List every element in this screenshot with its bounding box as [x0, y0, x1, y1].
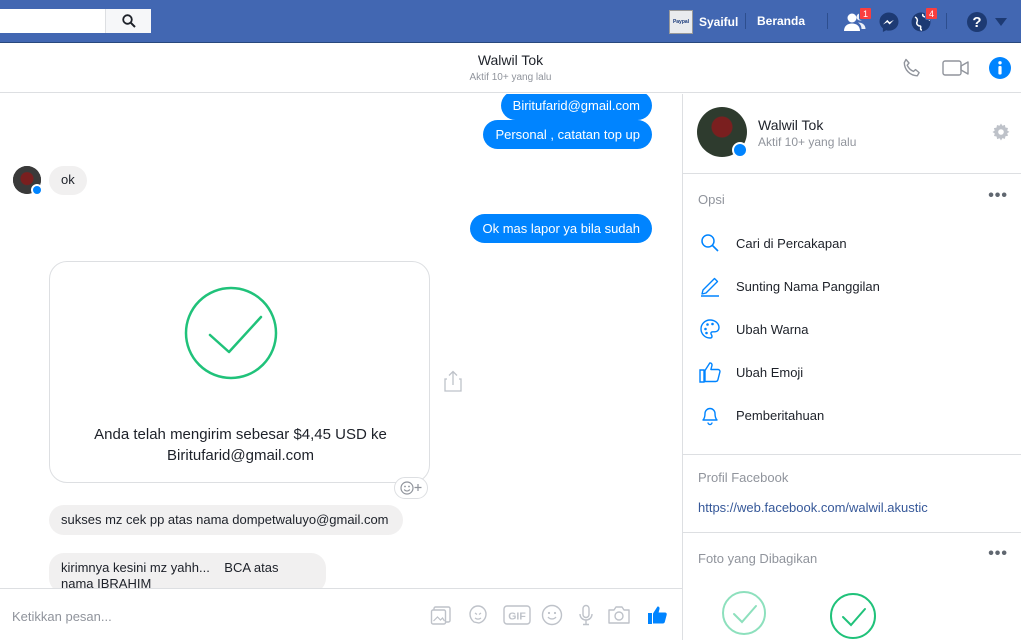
profile-link[interactable]: Paypal Syaiful [669, 9, 738, 35]
search-input[interactable] [0, 9, 151, 33]
contact-avatar-large[interactable] [697, 107, 748, 158]
shared-photo-thumbnail[interactable] [829, 592, 877, 640]
camera-button[interactable] [607, 603, 631, 627]
phone-icon [903, 58, 920, 77]
option-label: Ubah Emoji [736, 364, 804, 380]
palette-icon [700, 319, 720, 339]
thumbs-up-icon [699, 362, 721, 383]
messenger-badge-icon [31, 184, 43, 196]
profile-name: Syaiful [699, 15, 739, 29]
share-icon [444, 370, 462, 392]
options-section-title: Opsi [698, 192, 725, 207]
topbar-divider [827, 13, 828, 29]
microphone-icon [579, 604, 593, 626]
avatar-logo-text: Paypal [672, 19, 690, 25]
option-change-color[interactable]: Ubah Warna [698, 315, 809, 343]
shared-photo-thumbnail[interactable] [721, 590, 767, 636]
notifications-button[interactable]: 4 [908, 7, 938, 35]
facebook-profile-section-title: Profil Facebook [698, 470, 789, 485]
message-bubble-incoming[interactable]: kirimnya kesini mz yahh... BCA atas nama… [49, 553, 326, 588]
camera-icon [608, 606, 630, 624]
gear-icon[interactable] [992, 123, 1010, 141]
option-notifications[interactable]: Pemberitahuan [698, 401, 824, 429]
profile-avatar: Paypal [669, 10, 693, 34]
contact-avatar[interactable] [13, 166, 43, 196]
video-camera-icon [942, 60, 969, 76]
add-photo-button[interactable] [429, 603, 453, 627]
payment-confirmation-card[interactable]: Anda telah mengirim sebesar $4,45 USD ke… [49, 261, 430, 483]
search-button[interactable] [105, 9, 151, 33]
friend-requests-button[interactable]: 1 [842, 7, 872, 35]
facebook-profile-link[interactable]: https://web.facebook.com/walwil.akustic [698, 500, 928, 515]
voice-call-button[interactable] [898, 55, 926, 81]
voice-message-button[interactable] [574, 603, 598, 627]
search-icon [701, 234, 719, 252]
home-link[interactable]: Beranda [757, 14, 805, 28]
emoji-button[interactable] [540, 603, 564, 627]
payment-confirmation-text: Anda telah mengirim sebesar $4,45 USD ke… [94, 426, 387, 464]
option-search-conversation[interactable]: Cari di Percakapan [698, 229, 847, 257]
message-input[interactable]: Ketikkan pesan... [12, 609, 112, 624]
friend-requests-badge: 1 [859, 7, 872, 20]
messenger-badge-icon [732, 142, 748, 158]
messages-button[interactable] [876, 9, 902, 35]
message-bubble-outgoing[interactable]: Biritufarid@gmail.com [500, 94, 652, 120]
option-edit-nicknames[interactable]: Sunting Nama Panggilan [698, 272, 880, 300]
svg-text:GIF: GIF [508, 611, 526, 623]
contact-name[interactable]: Walwil Tok [758, 117, 823, 133]
shared-photos-section-title: Foto yang Dibagikan [698, 551, 818, 566]
contact-summary: Walwil Tok Aktif 10+ yang lalu [683, 94, 1021, 174]
gif-icon: GIF [503, 605, 531, 625]
message-bubble-incoming[interactable]: sukses mz cek pp atas nama dompetwaluyo@… [49, 505, 403, 535]
message-bubble-outgoing[interactable]: Personal , catatan top up [483, 120, 652, 149]
info-icon [989, 57, 1011, 79]
help-button[interactable]: ? [964, 9, 990, 35]
thumbs-up-icon [648, 606, 667, 624]
option-label: Ubah Warna [736, 321, 809, 337]
conversation-status: Aktif 10+ yang lalu [469, 72, 552, 83]
messenger-icon [879, 12, 899, 32]
section-divider [683, 532, 1021, 533]
video-call-button[interactable] [942, 55, 970, 81]
contact-status: Aktif 10+ yang lalu [758, 135, 857, 149]
option-change-emoji[interactable]: Ubah Emoji [698, 358, 803, 386]
caret-down-icon [995, 18, 1007, 26]
smiley-plus-icon [400, 481, 422, 495]
account-menu-button[interactable] [990, 9, 1012, 35]
search-icon [121, 14, 136, 28]
sticker-icon [469, 605, 487, 624]
shared-photos-more-icon[interactable]: ••• [988, 545, 1008, 563]
message-composer: Ketikkan pesan... GIF [0, 588, 682, 640]
bell-icon [702, 407, 718, 426]
option-label: Pemberitahuan [736, 407, 825, 423]
sticker-button[interactable] [466, 603, 490, 627]
photo-gallery-icon [430, 606, 451, 625]
message-bubble-outgoing[interactable]: Ok mas lapor ya bila sudah [470, 214, 652, 243]
pencil-icon [701, 277, 719, 297]
send-like-button[interactable] [645, 603, 669, 627]
conversation-title[interactable]: Walwil Tok [0, 52, 1021, 68]
message-list[interactable]: Biritufarid@gmail.com Personal , catatan… [0, 94, 682, 588]
svg-text:?: ? [972, 14, 981, 31]
notifications-badge: 4 [925, 7, 938, 20]
topbar-divider [946, 13, 947, 29]
question-icon: ? [967, 12, 987, 32]
options-more-icon[interactable]: ••• [988, 187, 1008, 205]
top-navigation-bar: Paypal Syaiful Beranda 1 4 ? [0, 0, 1021, 43]
option-label: Sunting Nama Panggilan [736, 278, 880, 294]
smiley-icon [541, 604, 563, 626]
add-reaction-button[interactable] [394, 477, 428, 499]
section-divider [683, 454, 1021, 455]
share-button[interactable] [443, 370, 463, 392]
message-bubble-incoming[interactable]: ok [49, 166, 87, 195]
conversation-info-button[interactable] [986, 55, 1014, 81]
option-label: Cari di Percakapan [736, 235, 847, 251]
gif-button[interactable]: GIF [503, 603, 531, 627]
conversation-header: Walwil Tok Aktif 10+ yang lalu [0, 43, 1021, 93]
conversation-details-sidebar: Walwil Tok Aktif 10+ yang lalu Opsi ••• … [682, 94, 1021, 640]
checkmark-circle-icon [184, 286, 278, 380]
topbar-divider [745, 13, 746, 29]
